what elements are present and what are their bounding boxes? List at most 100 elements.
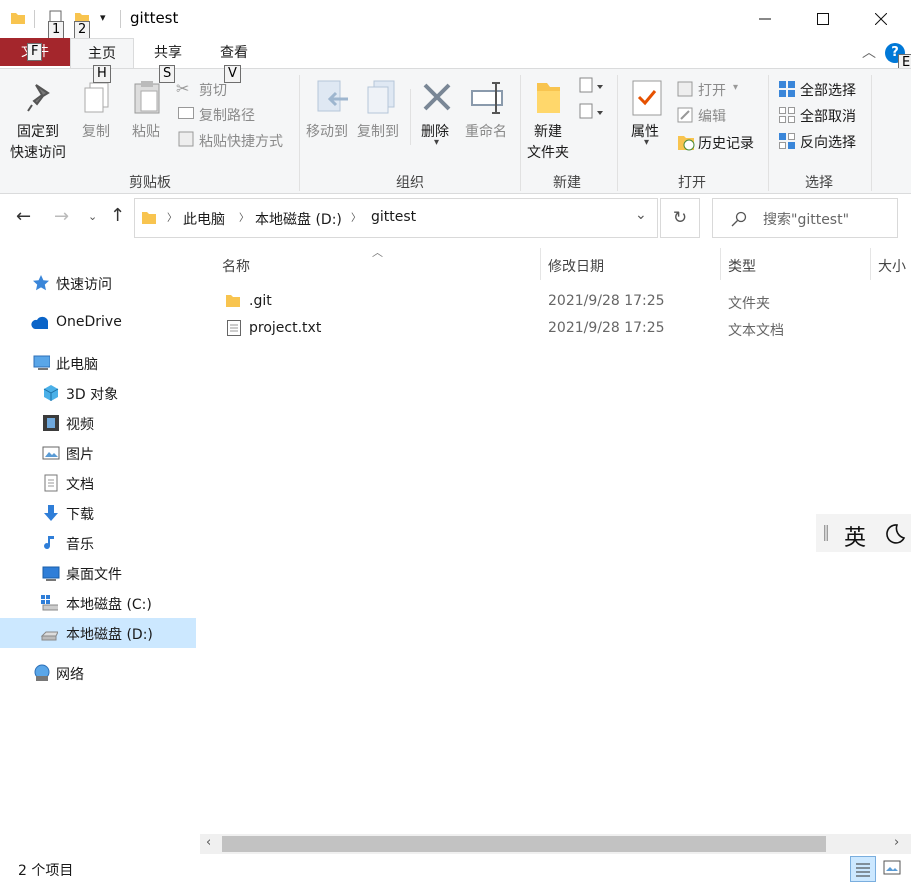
chevron-down-icon[interactable]: ⌄ — [635, 207, 647, 223]
file-type: 文件夹 — [728, 296, 770, 312]
sidebar-item-documents[interactable]: 文档 — [0, 468, 196, 498]
star-icon — [33, 275, 49, 291]
sidebar-item-videos[interactable]: 视频 — [0, 408, 196, 438]
search-input[interactable]: 搜索"gittest" — [763, 209, 849, 229]
column-divider[interactable] — [870, 248, 871, 280]
sidebar-item-desktop[interactable]: 桌面文件 — [0, 558, 196, 588]
collapse-ribbon-icon[interactable]: ︿ — [862, 42, 876, 62]
divider — [34, 10, 35, 28]
sidebar-item-drive-c[interactable]: 本地磁盘 (C:) — [0, 588, 196, 618]
breadcrumb-gittest[interactable]: gittest — [371, 209, 416, 225]
tab-view[interactable]: 查看 — [206, 38, 262, 68]
address-bar[interactable]: 〉 此电脑 〉 本地磁盘 (D:) 〉 gittest ⌄ — [134, 198, 658, 238]
edit-button[interactable]: 编辑 — [698, 106, 726, 126]
copy-button[interactable]: 复制 — [82, 121, 110, 141]
paste-button[interactable]: 粘贴 — [132, 121, 160, 141]
back-arrow-icon[interactable]: ← — [16, 206, 31, 227]
title-bar: 1 2 ▾ gittest — [0, 0, 911, 39]
details-view-icon — [856, 863, 870, 877]
sidebar-item-quick-access[interactable]: 快速访问 — [0, 268, 196, 298]
sidebar-item-3d-objects[interactable]: 3D 对象 — [0, 378, 196, 408]
column-divider[interactable] — [540, 248, 541, 280]
pin-icon — [27, 84, 50, 112]
moon-icon[interactable] — [882, 522, 906, 546]
drag-handle-icon[interactable]: ‖ — [822, 522, 830, 541]
maximize-button[interactable] — [794, 0, 852, 38]
large-icons-view-button[interactable] — [880, 856, 906, 882]
pin-label-1[interactable]: 固定到 — [17, 121, 59, 141]
sidebar-item-label: 网络 — [56, 667, 84, 683]
navigation-bar: ← → ⌄ ↑ 〉 此电脑 〉 本地磁盘 (D:) 〉 gittest ⌄ ↻ … — [0, 194, 911, 246]
breadcrumb-separator-icon[interactable]: 〉 — [167, 209, 177, 224]
cut-button[interactable]: 剪切 — [199, 80, 227, 100]
chevron-down-icon[interactable]: ▾ — [434, 137, 439, 148]
close-icon — [875, 13, 887, 25]
search-box[interactable]: 搜索"gittest" — [712, 198, 898, 238]
group-label-clipboard: 剪贴板 — [129, 175, 171, 191]
select-none-button[interactable]: 全部取消 — [800, 106, 856, 126]
download-arrow-icon — [44, 505, 58, 521]
scroll-left-icon[interactable]: ‹ — [206, 835, 211, 850]
breadcrumb-separator-icon[interactable]: 〉 — [351, 209, 361, 224]
breadcrumb-drive-d[interactable]: 本地磁盘 (D:) — [255, 209, 342, 229]
sidebar-item-this-pc[interactable]: 此电脑 — [0, 348, 196, 378]
breadcrumb-this-pc[interactable]: 此电脑 — [183, 209, 225, 229]
forward-arrow-icon[interactable]: → — [54, 206, 69, 227]
scroll-right-icon[interactable]: › — [894, 835, 899, 850]
column-header-date[interactable]: 修改日期 — [548, 256, 604, 276]
window-title: gittest — [130, 9, 179, 27]
move-to-button[interactable]: 移动到 — [306, 121, 348, 141]
details-view-button[interactable] — [850, 856, 876, 882]
move-to-icon — [317, 80, 348, 112]
column-header-type[interactable]: 类型 — [728, 256, 756, 276]
table-row[interactable]: project.txt 2021/9/28 17:25 文本文档 — [212, 316, 902, 342]
pin-label-2[interactable]: 快速访问 — [10, 142, 66, 162]
sidebar-item-drive-d[interactable]: 本地磁盘 (D:) — [0, 618, 196, 648]
select-all-button[interactable]: 全部选择 — [800, 80, 856, 100]
scrollbar-thumb[interactable] — [222, 836, 826, 852]
large-icons-view-icon — [883, 860, 901, 875]
sidebar-item-pictures[interactable]: 图片 — [0, 438, 196, 468]
network-icon — [34, 664, 50, 681]
chevron-down-icon[interactable]: ▾ — [100, 11, 106, 24]
column-header-name[interactable]: 名称 — [222, 256, 250, 276]
history-button[interactable]: 历史记录 — [698, 133, 754, 153]
sidebar-item-music[interactable]: 音乐 — [0, 528, 196, 558]
chevron-down-icon[interactable]: ▾ — [644, 137, 649, 148]
sidebar-item-downloads[interactable]: 下载 — [0, 498, 196, 528]
new-item-icon[interactable] — [578, 77, 606, 95]
easy-access-icon[interactable] — [578, 103, 606, 121]
column-header-size[interactable]: 大小 — [878, 256, 906, 276]
minimize-button[interactable] — [736, 0, 794, 38]
column-divider[interactable] — [720, 248, 721, 280]
sidebar-item-label: OneDrive — [56, 314, 122, 330]
document-icon — [44, 474, 58, 492]
new-folder-label-2[interactable]: 文件夹 — [527, 142, 569, 162]
divider — [617, 75, 618, 191]
tab-share[interactable]: 共享 — [140, 38, 196, 68]
horizontal-scrollbar[interactable]: ‹ › — [200, 834, 911, 854]
copy-to-button[interactable]: 复制到 — [357, 121, 399, 141]
new-folder-label-1[interactable]: 新建 — [534, 121, 562, 141]
sidebar-item-label: 文档 — [66, 477, 94, 493]
breadcrumb-separator-icon[interactable]: 〉 — [239, 209, 249, 224]
table-row[interactable]: .git 2021/9/28 17:25 文件夹 — [212, 289, 902, 315]
rename-button[interactable]: 重命名 — [465, 121, 507, 141]
up-arrow-icon[interactable]: ↑ — [110, 205, 125, 226]
sidebar-item-onedrive[interactable]: OneDrive — [0, 308, 196, 338]
open-button[interactable]: 打开 — [698, 80, 726, 100]
invert-selection-button[interactable]: 反向选择 — [800, 132, 856, 152]
tab-home[interactable]: 主页 — [70, 38, 134, 68]
ime-mode-button[interactable]: 英 — [844, 520, 866, 552]
chevron-down-icon[interactable]: ▾ — [733, 82, 738, 93]
copy-path-button[interactable]: 复制路径 — [199, 105, 255, 125]
refresh-button[interactable]: ↻ — [660, 198, 700, 238]
close-button[interactable] — [852, 0, 910, 38]
status-bar: 2 个项目 — [0, 856, 911, 884]
paste-shortcut-button[interactable]: 粘贴快捷方式 — [199, 131, 283, 151]
sidebar-item-network[interactable]: 网络 — [0, 658, 196, 688]
computer-icon — [33, 355, 50, 370]
divider — [120, 10, 121, 28]
recent-locations-icon[interactable]: ⌄ — [88, 210, 97, 223]
drive-icon — [40, 631, 58, 641]
